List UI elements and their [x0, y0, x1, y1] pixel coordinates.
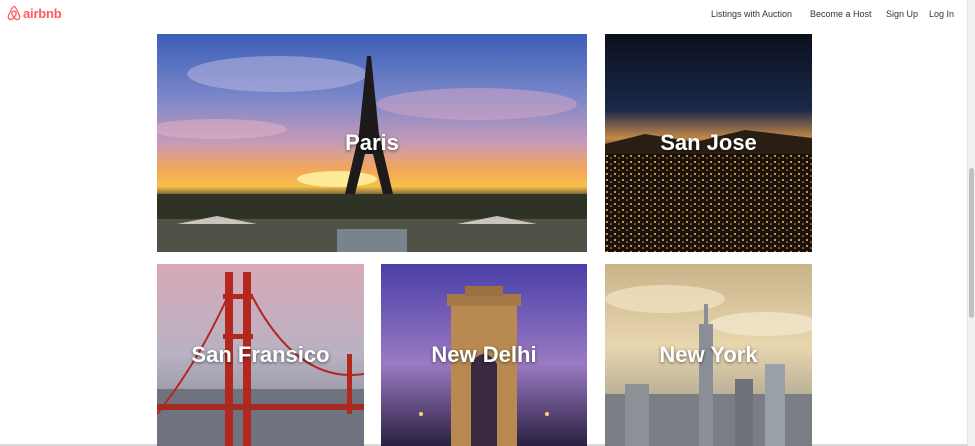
nav-link-log-in[interactable]: Log In: [929, 9, 954, 19]
nav-link-become-a-host[interactable]: Become a Host: [810, 9, 872, 19]
scrollbar-thumb[interactable]: [969, 168, 974, 318]
city-name-san-jose: San Jose: [660, 130, 757, 155]
city-name-new-york: New York: [659, 342, 758, 367]
vertical-scrollbar[interactable]: [967, 0, 975, 446]
city-card-san-jose[interactable]: San Jose: [605, 34, 812, 252]
airbnb-logo[interactable]: airbnb: [7, 5, 62, 21]
city-card-new-delhi[interactable]: New Delhi: [381, 264, 587, 446]
city-card-new-york[interactable]: New York: [605, 264, 812, 446]
city-name-new-delhi: New Delhi: [431, 342, 537, 367]
logo-text: airbnb: [23, 5, 62, 21]
city-card-paris[interactable]: Paris: [157, 34, 587, 252]
nav-link-sign-up[interactable]: Sign Up: [886, 9, 918, 19]
city-name-san-francisco: San Fransico: [191, 342, 330, 367]
city-name-paris: Paris: [345, 130, 399, 155]
airbnb-belo-icon: [7, 5, 21, 21]
nav-link-listings-with-auction[interactable]: Listings with Auction: [711, 9, 792, 19]
city-card-san-francisco[interactable]: San Fransico: [157, 264, 364, 446]
top-header: airbnb Listings with Auction Become a Ho…: [0, 0, 968, 33]
